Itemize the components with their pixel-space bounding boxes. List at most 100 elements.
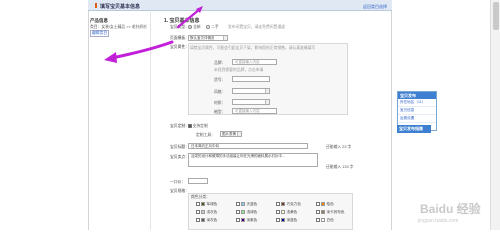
custom-check-label: 支持定制 [192, 124, 208, 128]
color-name: 桔色 [326, 202, 334, 206]
color-option[interactable]: 天蓝色 [236, 202, 257, 207]
publish-guide-button[interactable]: 宝贝发布指南 [397, 125, 431, 133]
watermark-sub: jingyan.baidu.com [418, 218, 459, 224]
desc-value: 活泼的设计和微薄的手法组装让你在光滑的面料展示衬衫中… [191, 154, 286, 158]
desc-count: 还能输入 133 字 [326, 165, 354, 169]
color-option[interactable]: 深蓝色 [276, 218, 297, 223]
custom-label: 宝贝定制： [170, 124, 189, 128]
color-name: 浅黄色 [286, 210, 298, 214]
type-used-radio[interactable]: 二手 [206, 25, 219, 30]
item-no-label: 货号： [214, 78, 226, 82]
color-option[interactable]: 桔色 [316, 202, 334, 207]
color-swatch [280, 202, 285, 207]
color-option[interactable]: 深卡其布色 [316, 210, 344, 215]
color-name: 浅绿色 [246, 210, 258, 214]
brand-label: 品牌： [214, 61, 226, 65]
color-swatch [240, 218, 245, 223]
help-item[interactable]: 运费设置 [398, 115, 436, 123]
title-value: 日本简约正月中旬 [191, 144, 219, 148]
style-select[interactable] [232, 88, 270, 94]
color-swatch [240, 210, 245, 215]
checkbox-icon [276, 202, 280, 206]
checkbox-icon [276, 218, 280, 222]
sidebar: 产品信息 类目：女装/女士精品 >> 毛针织衫 编辑类目 [89, 12, 151, 230]
page: 填写宝贝基本信息 返回类目选择 产品信息 类目：女装/女士精品 >> 毛针织衫 … [0, 0, 500, 230]
type-label: 宝贝类型： [170, 25, 189, 29]
color-swatch [200, 218, 205, 223]
watermark: Baidu 经验 [420, 202, 481, 216]
scrollbar[interactable] [490, 0, 500, 230]
color-option[interactable]: 深灰色 [196, 218, 217, 223]
material-select[interactable] [232, 99, 270, 105]
category-path-text: 类目：女装/女士精品 >> 毛针织衫 [90, 25, 147, 29]
type-new-radio[interactable]: 全新 [188, 25, 201, 30]
template-value: 默认宝贝详情页 [190, 36, 215, 40]
type-new-label: 全新 [193, 25, 201, 29]
checkbox-icon [276, 210, 280, 214]
material-label: 材质： [214, 101, 226, 105]
type-used-label: 二手 [211, 25, 219, 29]
chevron-down-icon [223, 36, 227, 40]
color-swatch [320, 210, 325, 215]
sleeve-placeholder: 可直接输入内容 [235, 109, 260, 113]
color-option[interactable]: 白色 [316, 218, 334, 223]
color-option[interactable]: 巧克力色 [276, 202, 301, 207]
color-label: 颜色分类： [191, 195, 210, 199]
color-option[interactable]: 浅黄色 [276, 210, 297, 215]
price-label: 一口价： [170, 180, 186, 184]
brand-placeholder: 可直接输入内容 [235, 60, 260, 64]
item-no-input[interactable] [232, 76, 270, 82]
color-name: 巧克力色 [286, 202, 301, 206]
color-swatch [200, 202, 205, 207]
attr-label: 宝贝属性： [170, 45, 189, 49]
category-path: 类目：女装/女士精品 >> 毛针织衫 编辑类目 [90, 25, 148, 37]
attr-hint: 填错宝贝属性，可能会引起宝贝下架，影响您的正常销售。请认真准确填写 [190, 46, 316, 50]
title-count: 还能输入 23 字 [326, 145, 352, 149]
radio-icon [188, 25, 192, 29]
edit-category-button[interactable]: 编辑类目 [90, 30, 110, 37]
window-title: 填写宝贝基本信息 [100, 4, 141, 10]
checkbox-icon [188, 124, 192, 128]
title-label: 宝贝标题： [170, 145, 189, 149]
color-option[interactable]: 深紫色 [236, 218, 257, 223]
type-hint: 发布闲置宝贝，请走免费闲置通道 [228, 25, 285, 29]
title-input[interactable]: 日本简约正月中旬 [188, 143, 308, 149]
checkbox-icon [196, 218, 200, 222]
sleeve-label: 袖型： [214, 110, 226, 114]
color-swatch [280, 218, 285, 223]
color-name: 白色 [326, 218, 334, 222]
color-swatch [280, 210, 285, 215]
section-title: 1. 宝贝基本信息 [164, 18, 200, 24]
desc-textarea[interactable]: 活泼的设计和微薄的手法组装让你在光滑的面料展示衬衫中… [188, 153, 318, 167]
chevron-down-icon [265, 89, 269, 93]
template-label: 页面模板： [170, 36, 189, 40]
checkbox-icon [316, 202, 320, 206]
scrollbar-thumb[interactable] [493, 2, 499, 30]
sleeve-input[interactable]: 可直接输入内容 [232, 108, 277, 114]
color-name: 军绿色 [206, 202, 218, 206]
price-input[interactable] [188, 178, 208, 184]
color-swatch [200, 210, 205, 215]
brand-hint[interactable]: 未找到需要的品牌，点击申请 [214, 68, 263, 73]
tool-label: 定制工具： [196, 133, 215, 137]
brand-input[interactable]: 可直接输入内容 [232, 59, 277, 65]
color-option[interactable]: 浅绿色 [236, 210, 257, 215]
checkbox-icon [236, 210, 240, 214]
color-name: 深卡其布色 [326, 210, 345, 214]
tool-select[interactable]: 图片表情 [220, 131, 242, 137]
color-name: 深灰色 [206, 218, 218, 222]
template-select[interactable]: 默认宝贝详情页 [188, 35, 228, 41]
color-option[interactable]: 军绿色 [196, 202, 217, 207]
color-option[interactable]: 浅灰色 [196, 210, 217, 215]
help-item[interactable]: 宝贝信息 [398, 107, 436, 115]
checkbox-icon [236, 218, 240, 222]
custom-checkbox[interactable]: 支持定制 [188, 124, 208, 129]
help-item[interactable]: 所在地区（11） [398, 99, 436, 107]
back-to-category-link[interactable]: 返回类目选择 [363, 4, 387, 10]
color-name: 深紫色 [246, 218, 258, 222]
color-name: 天蓝色 [246, 202, 258, 206]
color-name: 深蓝色 [286, 218, 298, 222]
checkbox-icon [196, 202, 200, 206]
title-bar: 填写宝贝基本信息 返回类目选择 [88, 0, 392, 11]
color-name: 浅灰色 [206, 210, 218, 214]
